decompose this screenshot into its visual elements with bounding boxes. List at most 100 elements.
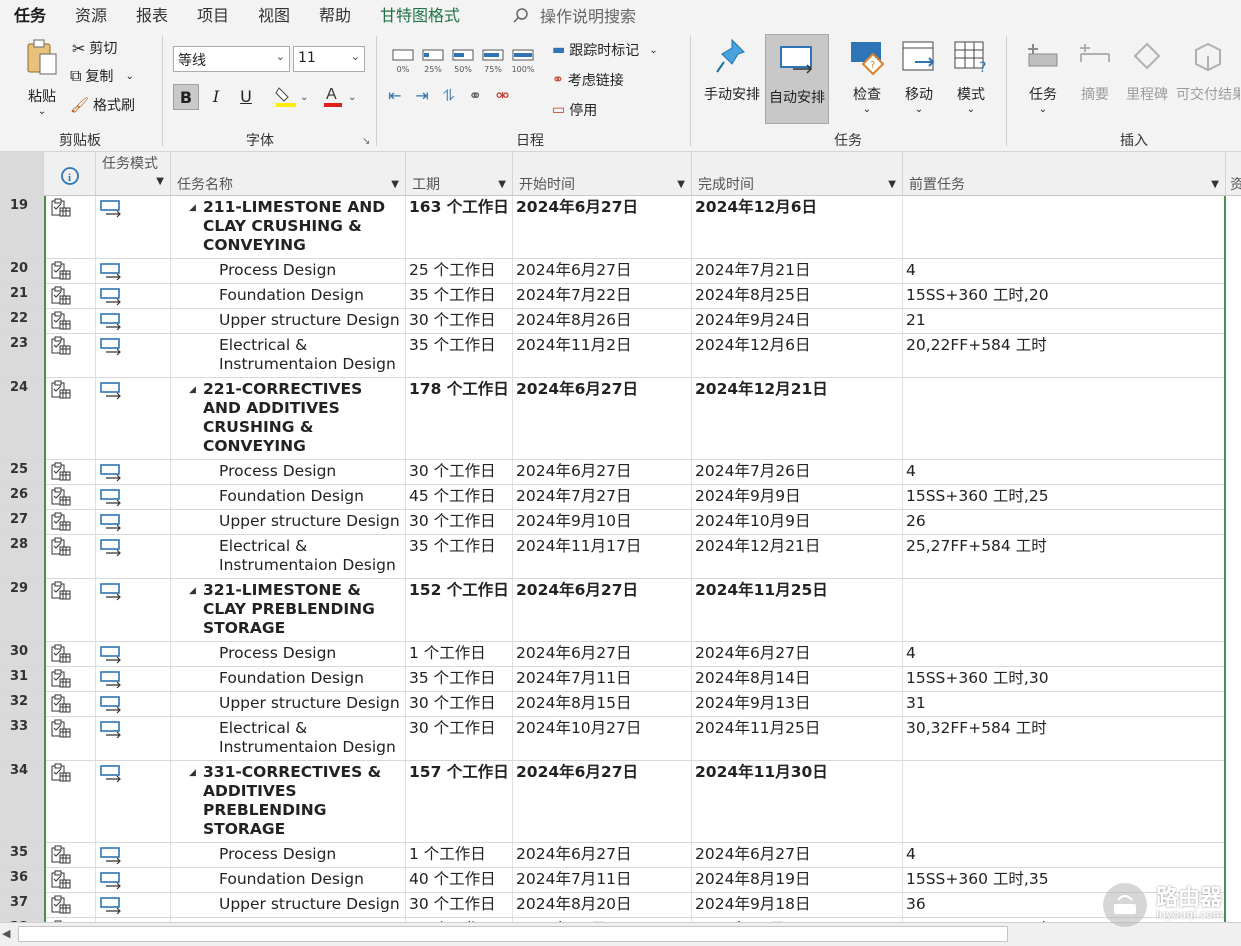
finish-date-cell[interactable]: 2024年9月24日: [692, 309, 903, 333]
tab-help[interactable]: 帮助: [319, 2, 351, 26]
indicator-cell[interactable]: [44, 843, 96, 867]
predecessors-cell[interactable]: 4: [903, 642, 1226, 666]
underline-button[interactable]: U: [233, 84, 259, 110]
task-mode-cell[interactable]: [96, 843, 171, 867]
duration-cell[interactable]: 30 个工作日: [406, 692, 513, 716]
duration-cell[interactable]: 35 个工作日: [406, 667, 513, 691]
predecessors-cell[interactable]: 26: [903, 510, 1226, 534]
task-mode-cell[interactable]: [96, 579, 171, 641]
finish-date-cell[interactable]: 2024年6月27日: [692, 843, 903, 867]
duration-cell[interactable]: 1 个工作日: [406, 843, 513, 867]
duration-cell[interactable]: 152 个工作日: [406, 579, 513, 641]
indicator-cell[interactable]: [44, 460, 96, 484]
duration-cell[interactable]: 30 个工作日: [406, 893, 513, 917]
task-mode-cell[interactable]: [96, 378, 171, 459]
task-mode-cell[interactable]: [96, 535, 171, 578]
start-date-cell[interactable]: 2024年7月22日: [513, 284, 692, 308]
task-row[interactable]: Upper structure Design 30 个工作日 2024年8月26日 2…: [0, 309, 1226, 334]
task-row[interactable]: Process Design 30 个工作日 2024年6月27日 2024年7月26…: [0, 460, 1226, 485]
finish-date-cell[interactable]: 2024年12月6日: [692, 334, 903, 377]
predecessors-cell[interactable]: 21: [903, 309, 1226, 333]
predecessors-cell[interactable]: 25,27FF+584 工时: [903, 535, 1226, 578]
start-date-cell[interactable]: 2024年7月11日: [513, 667, 692, 691]
task-name-cell[interactable]: ◢ 321-LIMESTONE & CLAY PREBLENDING STORAG…: [171, 579, 406, 641]
task-mode-cell[interactable]: [96, 460, 171, 484]
insert-task-button[interactable]: 任务 ⌄: [1018, 36, 1068, 115]
italic-button[interactable]: I: [203, 84, 229, 110]
task-row[interactable]: Process Design 1 个工作日 2024年6月27日 2024年6月27日…: [0, 843, 1226, 868]
indicator-cell[interactable]: [44, 196, 96, 258]
duration-cell[interactable]: 35 个工作日: [406, 535, 513, 578]
indicator-cell[interactable]: [44, 378, 96, 459]
task-mode-cell[interactable]: [96, 692, 171, 716]
indicator-cell[interactable]: [44, 642, 96, 666]
indicator-cell[interactable]: [44, 717, 96, 760]
percent-0-button[interactable]: 0%: [388, 46, 418, 74]
task-row[interactable]: Upper structure Design 30 个工作日 2024年8月15日 2…: [0, 692, 1226, 717]
start-date-cell[interactable]: 2024年8月20日: [513, 893, 692, 917]
duration-cell[interactable]: 40 个工作日: [406, 868, 513, 892]
predecessors-cell[interactable]: 20,22FF+584 工时: [903, 334, 1226, 377]
start-date-cell[interactable]: 2024年6月27日: [513, 196, 692, 258]
start-date-cell[interactable]: 2024年6月27日: [513, 642, 692, 666]
select-all-corner[interactable]: [0, 152, 44, 196]
collapse-triangle-icon[interactable]: ◢: [189, 199, 196, 218]
column-header-mode[interactable]: 任务模式 ▼: [96, 152, 171, 196]
start-date-cell[interactable]: 2024年7月11日: [513, 868, 692, 892]
finish-date-cell[interactable]: 2024年9月13日: [692, 692, 903, 716]
finish-date-cell[interactable]: 2024年9月9日: [692, 485, 903, 509]
link-tasks-icon[interactable]: ⚭: [468, 86, 481, 106]
indicator-cell[interactable]: [44, 259, 96, 283]
predecessors-cell[interactable]: 15SS+360 工时,30: [903, 667, 1226, 691]
column-header-name[interactable]: 任务名称 ▼: [171, 152, 406, 196]
insert-deliverable-button[interactable]: 可交付结果: [1176, 36, 1240, 104]
task-name-cell[interactable]: Process Design: [171, 460, 406, 484]
start-date-cell[interactable]: 2024年8月26日: [513, 309, 692, 333]
mode-button[interactable]: ? 模式 ⌄: [948, 36, 994, 115]
predecessors-cell[interactable]: [903, 579, 1226, 641]
task-row[interactable]: Process Design 1 个工作日 2024年6月27日 2024年6月27日…: [0, 642, 1226, 667]
task-mode-cell[interactable]: [96, 485, 171, 509]
indicator-cell[interactable]: [44, 284, 96, 308]
finish-date-cell[interactable]: 2024年11月30日: [692, 761, 903, 842]
summary-task-row[interactable]: ◢ 211-LIMESTONE AND CLAY CRUSHING & CONVE…: [0, 196, 1226, 259]
indicator-cell[interactable]: [44, 334, 96, 377]
task-name-cell[interactable]: Upper structure Design: [171, 510, 406, 534]
finish-date-cell[interactable]: 2024年8月14日: [692, 667, 903, 691]
cut-button[interactable]: ✂ 剪切: [72, 38, 117, 58]
task-name-cell[interactable]: ◢ 211-LIMESTONE AND CLAY CRUSHING & CONVE…: [171, 196, 406, 258]
predecessors-cell[interactable]: 4: [903, 259, 1226, 283]
task-mode-cell[interactable]: [96, 334, 171, 377]
finish-date-cell[interactable]: 2024年12月6日: [692, 196, 903, 258]
finish-date-cell[interactable]: 2024年9月18日: [692, 893, 903, 917]
start-date-cell[interactable]: 2024年6月27日: [513, 378, 692, 459]
indicator-cell[interactable]: [44, 692, 96, 716]
finish-date-cell[interactable]: 2024年6月27日: [692, 642, 903, 666]
tab-task[interactable]: 任务: [14, 2, 47, 31]
start-date-cell[interactable]: 2024年6月27日: [513, 843, 692, 867]
indicator-cell[interactable]: [44, 579, 96, 641]
duration-cell[interactable]: 45 个工作日: [406, 485, 513, 509]
task-row[interactable]: Electrical & Instrumentaion Design 35 个工作…: [0, 334, 1226, 378]
format-painter-button[interactable]: 🖌 格式刷: [70, 95, 135, 115]
duration-cell[interactable]: 178 个工作日: [406, 378, 513, 459]
task-row[interactable]: Foundation Design 35 个工作日 2024年7月11日 2024年8…: [0, 667, 1226, 692]
finish-date-cell[interactable]: 2024年12月21日: [692, 378, 903, 459]
duration-cell[interactable]: 1 个工作日: [406, 642, 513, 666]
task-mode-cell[interactable]: [96, 259, 171, 283]
filter-dropdown-icon[interactable]: ▼: [391, 179, 399, 190]
column-header-predecessors[interactable]: 前置任务 ▼: [903, 152, 1226, 196]
duration-cell[interactable]: 163 个工作日: [406, 196, 513, 258]
predecessors-cell[interactable]: [903, 761, 1226, 842]
duration-cell[interactable]: 30 个工作日: [406, 309, 513, 333]
task-name-cell[interactable]: Foundation Design: [171, 667, 406, 691]
task-row[interactable]: Electrical & Instrumentaion Design 30 个工作…: [0, 717, 1226, 761]
indicator-cell[interactable]: [44, 535, 96, 578]
finish-date-cell[interactable]: 2024年11月25日: [692, 717, 903, 760]
tab-report[interactable]: 报表: [136, 2, 168, 26]
duration-cell[interactable]: 157 个工作日: [406, 761, 513, 842]
start-date-cell[interactable]: 2024年10月27日: [513, 717, 692, 760]
task-mode-cell[interactable]: [96, 893, 171, 917]
task-name-cell[interactable]: Foundation Design: [171, 284, 406, 308]
task-name-cell[interactable]: Electrical & Instrumentaion Design: [171, 717, 406, 760]
